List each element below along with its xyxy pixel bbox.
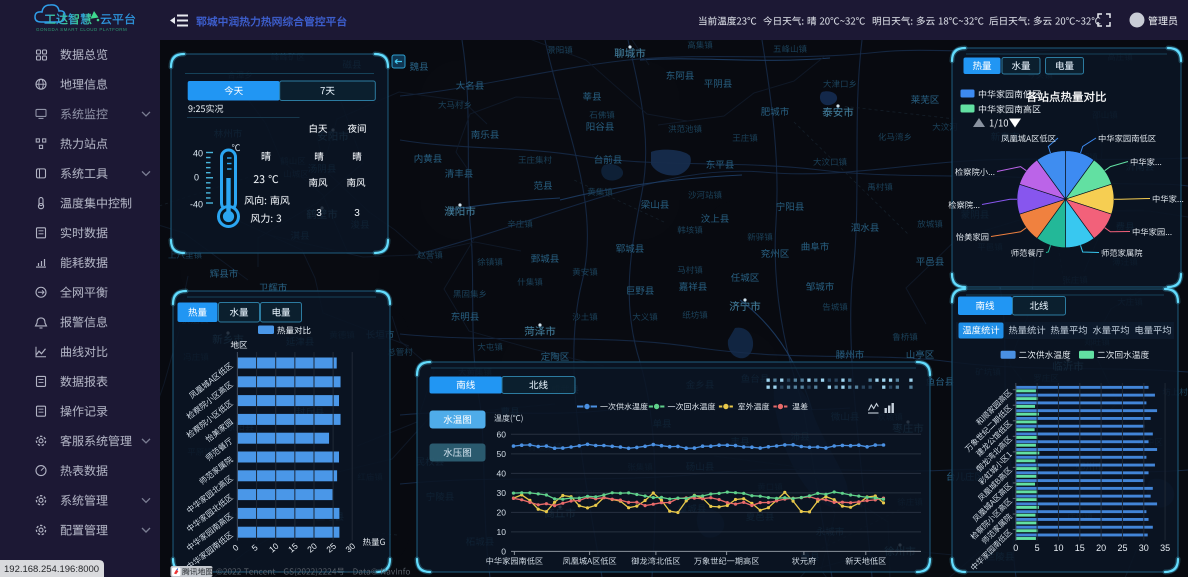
svg-text:30: 30: [1139, 543, 1149, 553]
svg-text:10: 10: [497, 527, 507, 537]
svg-text:0: 0: [501, 546, 506, 556]
svg-text:0: 0: [194, 173, 199, 183]
svg-text:GONGDA SMART CLOUD PLATFORM: GONGDA SMART CLOUD PLATFORM: [36, 27, 127, 32]
svg-text:192.168.254.196:8000: 192.168.254.196:8000: [4, 564, 99, 575]
svg-text:20: 20: [1096, 543, 1106, 553]
svg-text:5: 5: [1035, 543, 1040, 553]
svg-text:0: 0: [1013, 543, 1018, 553]
svg-text:10: 10: [1053, 543, 1063, 553]
svg-text:3: 3: [316, 208, 322, 219]
svg-text:30: 30: [497, 488, 507, 498]
svg-text:3: 3: [354, 208, 360, 219]
svg-text:35: 35: [1160, 543, 1170, 553]
svg-text:20: 20: [497, 507, 507, 517]
svg-text:50: 50: [497, 449, 507, 459]
svg-text:-40: -40: [190, 200, 203, 210]
svg-text:25: 25: [1117, 543, 1127, 553]
svg-text:60: 60: [497, 429, 507, 439]
svg-text:40: 40: [193, 149, 203, 159]
svg-text:15: 15: [1075, 543, 1085, 553]
svg-text:40: 40: [497, 468, 507, 478]
